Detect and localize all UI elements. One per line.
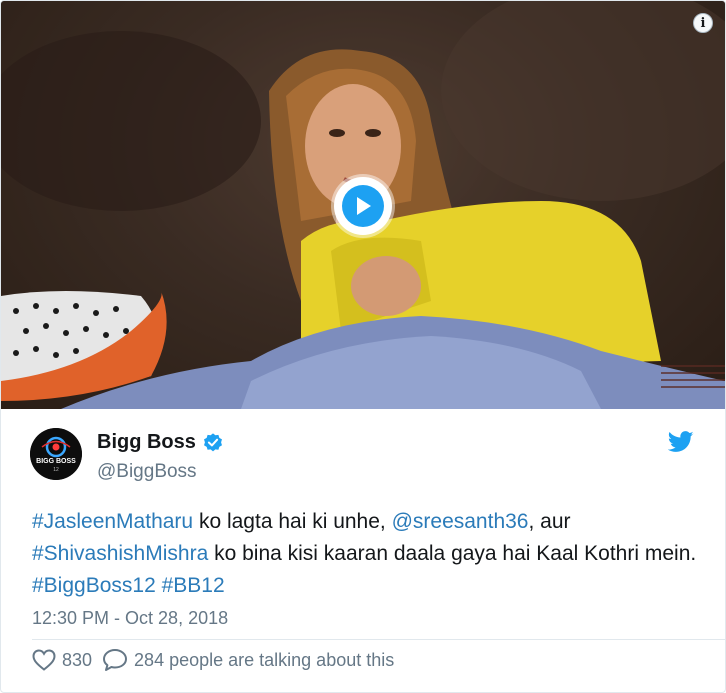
tweet-text-segment: ko lagta hai ki unhe, (193, 510, 392, 533)
comment-bubble-icon (103, 649, 128, 671)
tweet-text-segment: , aur (528, 510, 571, 533)
hashtag-link[interactable]: #JasleenMatharu (32, 510, 193, 533)
hashtag-link[interactable]: #BB12 (162, 574, 225, 597)
hashtag-link[interactable]: #BiggBoss12 (32, 574, 156, 597)
avatar[interactable]: BIGG BOSS 12 (30, 428, 82, 480)
author-handle[interactable]: @BiggBoss (97, 461, 197, 483)
svg-text:12: 12 (53, 467, 59, 473)
mention-link[interactable]: @sreesanth36 (392, 510, 529, 533)
play-icon (342, 185, 384, 227)
author-name[interactable]: Bigg Boss (97, 431, 224, 454)
author-name-text: Bigg Boss (97, 431, 196, 453)
conversation-link[interactable]: 284 people are talking about this (102, 648, 394, 672)
like-count: 830 (62, 649, 93, 670)
avatar-logo-text: BIGG BOSS (36, 458, 76, 465)
tweet-timestamp[interactable]: 12:30 PM - Oct 28, 2018 (32, 608, 228, 629)
video-player[interactable]: i (1, 1, 725, 409)
tweet-text-segment: ko bina kisi kaaran daala gaya hai Kaal … (208, 542, 697, 565)
divider (32, 639, 725, 640)
like-button[interactable]: 830 (32, 649, 92, 671)
info-icon[interactable]: i (693, 13, 713, 33)
heart-icon (32, 649, 56, 671)
tweet-text: #JasleenMatharu ko lagta hai ki unhe, @s… (32, 506, 712, 602)
talking-text: 284 people are talking about this (134, 649, 395, 670)
embedded-tweet-card: i BIGG BOSS 12 Bigg Boss @BiggBoss #Jasl… (0, 0, 726, 693)
info-symbol: i (700, 15, 706, 31)
verified-badge-icon (203, 432, 222, 451)
twitter-bird-icon[interactable] (668, 431, 694, 453)
hashtag-link[interactable]: #ShivashishMishra (32, 542, 208, 565)
tweet-actions: 830 284 people are talking about this (32, 646, 404, 674)
play-button[interactable] (334, 177, 392, 235)
